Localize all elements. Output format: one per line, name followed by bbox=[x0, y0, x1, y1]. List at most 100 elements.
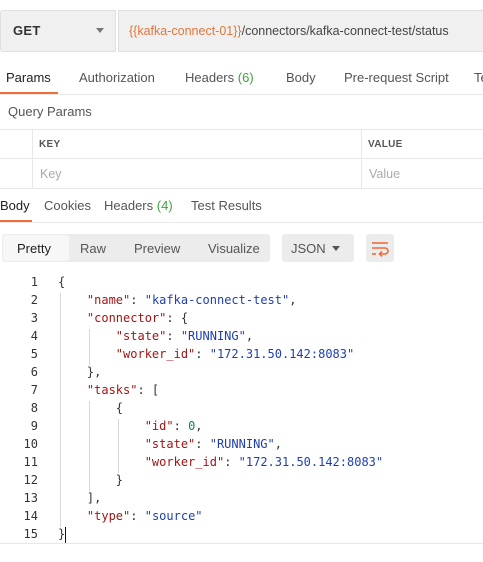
json-punctuation bbox=[58, 329, 116, 343]
code-line: "type": "source" bbox=[58, 509, 203, 523]
tab-label: Params bbox=[6, 70, 51, 85]
tab-response-body[interactable]: Body bbox=[0, 198, 30, 213]
json-punctuation: , bbox=[289, 293, 297, 307]
json-key: "worker_id" bbox=[115, 347, 196, 361]
json-key: "state" bbox=[144, 437, 196, 451]
tab-authorization[interactable]: Authorization bbox=[79, 70, 155, 85]
divider bbox=[0, 94, 483, 95]
json-punctuation: : { bbox=[166, 311, 189, 325]
tab-label: Te bbox=[474, 70, 483, 85]
line-number: 13 bbox=[23, 491, 38, 505]
json-key: "id" bbox=[144, 419, 174, 433]
json-key: "state" bbox=[115, 329, 167, 343]
line-number: 2 bbox=[30, 293, 38, 307]
json-punctuation bbox=[58, 509, 87, 523]
code-line: } bbox=[58, 473, 123, 487]
tab-response-headers[interactable]: Headers (4) bbox=[104, 198, 173, 213]
value-input[interactable]: Value bbox=[369, 167, 400, 181]
json-punctuation: : [ bbox=[137, 383, 160, 397]
code-line: }, bbox=[58, 365, 101, 379]
line-number: 10 bbox=[23, 437, 38, 451]
json-punctuation bbox=[58, 311, 87, 325]
code-line: "state": "RUNNING", bbox=[58, 329, 253, 343]
query-params-title: Query Params bbox=[8, 104, 92, 119]
json-punctuation bbox=[58, 347, 116, 361]
line-number: 8 bbox=[30, 401, 38, 415]
divider bbox=[0, 222, 483, 223]
json-string: "RUNNING" bbox=[209, 437, 275, 451]
json-string: "kafka-connect-test" bbox=[144, 293, 290, 307]
tab-label: Cookies bbox=[44, 198, 91, 213]
json-punctuation: : bbox=[166, 329, 181, 343]
method-label: GET bbox=[13, 23, 41, 38]
tab-test-results[interactable]: Test Results bbox=[191, 198, 262, 213]
divider bbox=[0, 543, 483, 544]
json-string: "source" bbox=[144, 509, 203, 523]
tab-headers[interactable]: Headers (6) bbox=[185, 70, 254, 85]
table-border bbox=[0, 188, 483, 189]
raw-button[interactable]: Raw bbox=[80, 241, 106, 256]
chevron-down-icon[interactable] bbox=[332, 246, 340, 251]
json-punctuation bbox=[58, 455, 145, 469]
table-border bbox=[361, 129, 362, 188]
tab-pre-request-script[interactable]: Pre-request Script bbox=[344, 70, 449, 85]
pretty-button[interactable]: Pretty bbox=[17, 241, 51, 256]
line-number: 12 bbox=[23, 473, 38, 487]
preview-button[interactable]: Preview bbox=[134, 241, 180, 256]
line-number: 3 bbox=[30, 311, 38, 325]
table-border bbox=[0, 129, 483, 130]
json-punctuation: : bbox=[130, 293, 145, 307]
tab-count: (6) bbox=[237, 70, 254, 85]
key-input[interactable]: Key bbox=[40, 167, 62, 181]
json-punctuation: , bbox=[274, 437, 282, 451]
json-punctuation bbox=[58, 383, 87, 397]
tab-label: Test Results bbox=[191, 198, 262, 213]
json-string: "172.31.50.142:8083" bbox=[238, 455, 384, 469]
tab-label: Headers bbox=[185, 70, 235, 85]
visualize-button[interactable]: Visualize bbox=[208, 241, 260, 256]
url-variable: {{kafka-connect-01}} bbox=[129, 24, 242, 38]
wrap-lines-icon bbox=[372, 242, 389, 258]
json-punctuation: { bbox=[58, 275, 66, 289]
tab-cookies[interactable]: Cookies bbox=[44, 198, 91, 213]
json-punctuation: : bbox=[195, 437, 210, 451]
chevron-down-icon[interactable] bbox=[96, 28, 104, 33]
url-text[interactable]: {{kafka-connect-01}}/connectors/kafka-co… bbox=[129, 24, 449, 38]
tab-params[interactable]: Params bbox=[6, 70, 51, 85]
column-header-key: KEY bbox=[39, 139, 61, 150]
response-body-editor[interactable]: 1 {2 "name": "kafka-connect-test", 3 "conn… bbox=[0, 272, 483, 544]
tab-count: (4) bbox=[156, 198, 173, 213]
format-label: JSON bbox=[291, 241, 326, 256]
json-key: "type" bbox=[86, 509, 131, 523]
code-line: "worker_id": "172.31.50.142:8083" bbox=[58, 455, 383, 469]
line-number: 15 bbox=[23, 527, 38, 541]
json-punctuation bbox=[58, 293, 87, 307]
json-punctuation: : bbox=[130, 509, 145, 523]
json-key: "tasks" bbox=[86, 383, 138, 397]
code-line: { bbox=[58, 401, 123, 415]
code-line: "tasks": [ bbox=[58, 383, 159, 397]
line-number: 11 bbox=[23, 455, 38, 469]
tab-label: Pre-request Script bbox=[344, 70, 449, 85]
table-border bbox=[32, 129, 33, 188]
json-key: "worker_id" bbox=[144, 455, 225, 469]
tab-label: Body bbox=[286, 70, 316, 85]
line-number: 7 bbox=[30, 383, 38, 397]
line-number: 1 bbox=[30, 275, 38, 289]
json-punctuation: } bbox=[58, 473, 124, 487]
json-key: "name" bbox=[86, 293, 131, 307]
tab-tests[interactable]: Te bbox=[474, 70, 483, 85]
text-cursor bbox=[65, 527, 66, 543]
json-punctuation: }, bbox=[58, 365, 102, 379]
url-path: /connectors/kafka-connect-test/status bbox=[241, 24, 449, 38]
json-punctuation: : bbox=[195, 347, 210, 361]
tab-body[interactable]: Body bbox=[286, 70, 316, 85]
line-number: 9 bbox=[30, 419, 38, 433]
json-punctuation: { bbox=[58, 401, 124, 415]
json-punctuation: , bbox=[245, 329, 254, 343]
json-string: "172.31.50.142:8083" bbox=[209, 347, 355, 361]
line-number: 4 bbox=[30, 329, 38, 343]
code-line: "worker_id": "172.31.50.142:8083" bbox=[58, 347, 354, 361]
json-punctuation: , bbox=[195, 419, 203, 433]
wrap-lines-button[interactable] bbox=[366, 234, 394, 262]
